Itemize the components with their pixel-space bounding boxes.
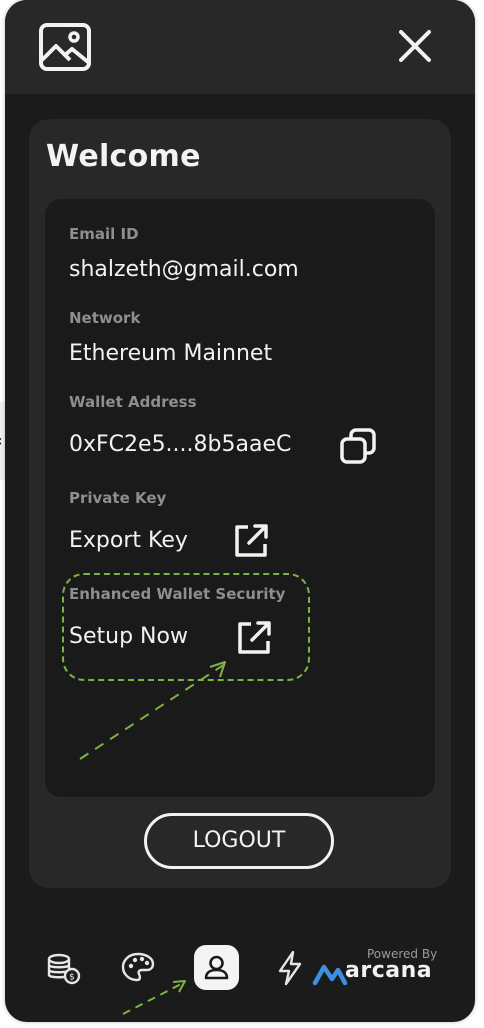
external-link-icon[interactable] bbox=[234, 618, 274, 658]
account-info: Email ID shalzeth@gmail.com Network Ethe… bbox=[45, 199, 435, 797]
image-icon bbox=[39, 23, 91, 71]
panel-header bbox=[5, 0, 475, 94]
logout-button[interactable]: LOGOUT bbox=[144, 813, 334, 869]
user-icon[interactable] bbox=[194, 945, 239, 990]
wallet-security-label: Enhanced Wallet Security bbox=[69, 585, 286, 603]
external-link-icon[interactable] bbox=[231, 521, 271, 561]
private-key-label: Private Key bbox=[69, 489, 167, 507]
bottom-nav: $ Powered By arcana bbox=[5, 930, 475, 1022]
email-value: shalzeth@gmail.com bbox=[69, 257, 299, 282]
export-key-link[interactable]: Export Key bbox=[69, 528, 188, 553]
coins-icon[interactable]: $ bbox=[40, 944, 86, 990]
svg-text:$: $ bbox=[69, 973, 75, 983]
chevron-left-icon: ‹ bbox=[0, 431, 3, 450]
close-icon[interactable] bbox=[397, 28, 433, 64]
page-title: Welcome bbox=[46, 139, 201, 174]
arcana-logo-icon bbox=[312, 964, 348, 986]
network-label: Network bbox=[69, 309, 141, 327]
nav-profile-active[interactable] bbox=[194, 945, 239, 990]
wallet-panel: Welcome Email ID shalzeth@gmail.com Netw… bbox=[5, 0, 475, 1022]
email-label: Email ID bbox=[69, 225, 139, 243]
copy-icon[interactable] bbox=[338, 426, 378, 466]
brand-name: arcana bbox=[345, 958, 433, 983]
wallet-address-value: 0xFC2e5....8b5aaeC bbox=[69, 432, 292, 457]
wallet-address-label: Wallet Address bbox=[69, 393, 197, 411]
bolt-icon[interactable] bbox=[267, 944, 313, 990]
welcome-card: Welcome Email ID shalzeth@gmail.com Netw… bbox=[29, 119, 451, 888]
network-value: Ethereum Mainnet bbox=[69, 341, 273, 366]
setup-now-link[interactable]: Setup Now bbox=[69, 624, 188, 649]
palette-icon[interactable] bbox=[115, 944, 161, 990]
